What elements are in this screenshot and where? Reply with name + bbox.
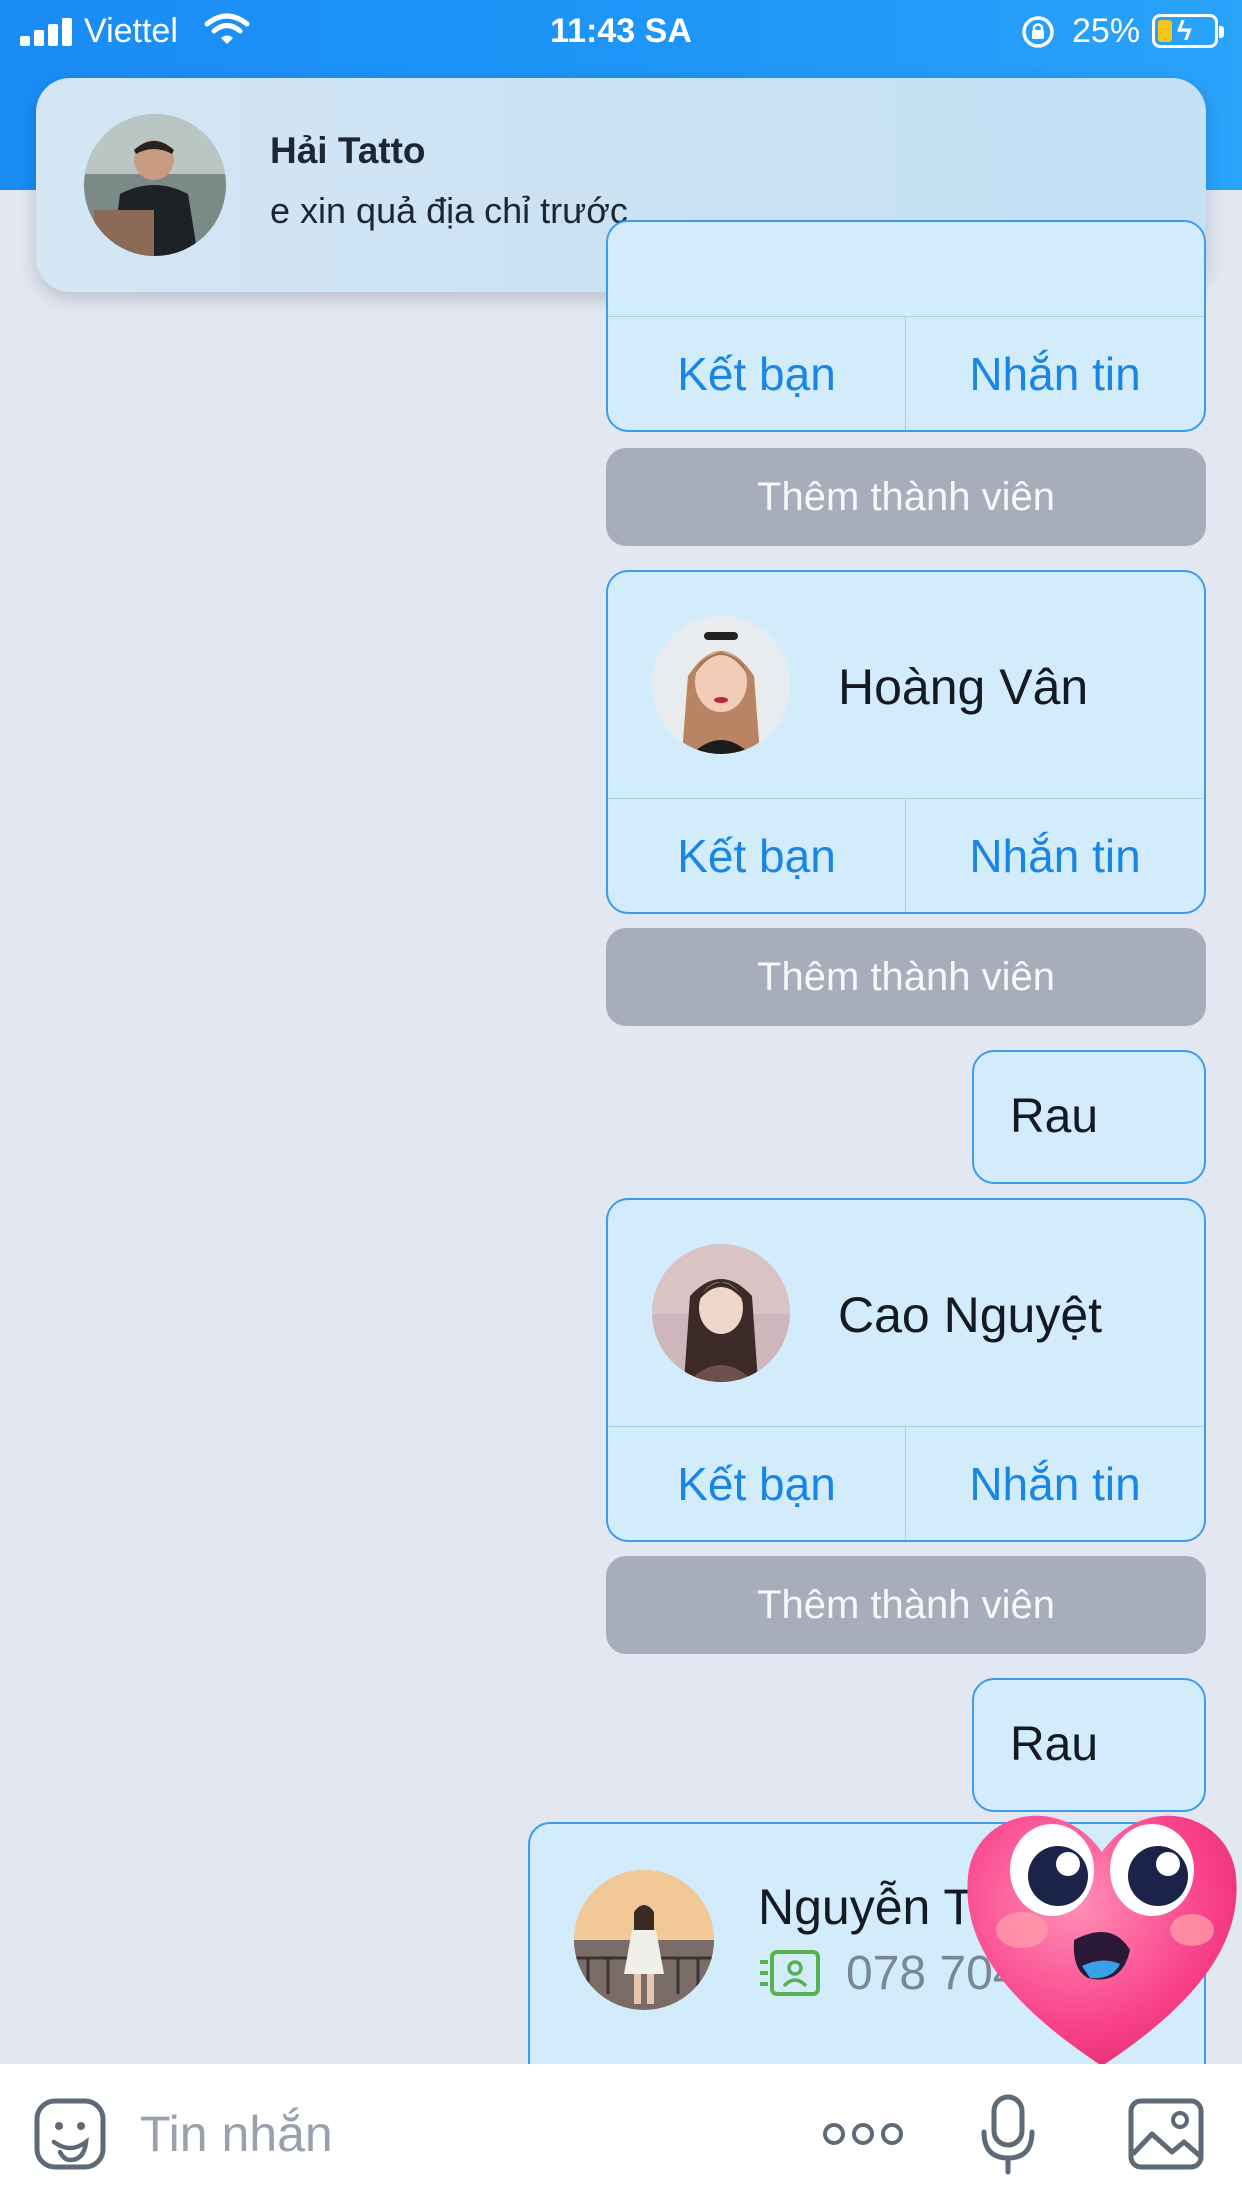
heart-sticker-icon[interactable]: [962, 1780, 1242, 2080]
send-message-button[interactable]: Nhắn tin: [906, 317, 1204, 430]
message-input-bar: [0, 2064, 1242, 2208]
notification-sender: Hải Tatto: [270, 130, 426, 171]
add-member-button[interactable]: Thêm thành viên: [606, 928, 1206, 1026]
contact-avatar: [652, 616, 790, 754]
contact-name: Nguyễn T: [758, 1879, 974, 1935]
microphone-icon[interactable]: [980, 2094, 1036, 2176]
id-card-icon: [760, 1950, 820, 1996]
contact-avatar: [652, 1244, 790, 1382]
card-actions: Kết bạn Nhắn tin: [608, 316, 1204, 430]
text-message-bubble[interactable]: Rau: [972, 1050, 1206, 1184]
contact-name: Cao Nguyệt: [838, 1287, 1103, 1343]
contact-avatar: [574, 1870, 714, 2010]
notification-message: e xin quả địa chỉ trước: [270, 190, 628, 231]
contact-card[interactable]: Hoàng Vân Kết bạn Nhắn tin: [606, 570, 1206, 914]
card-actions: Kết bạn Nhắn tin: [608, 1426, 1204, 1540]
add-friend-button[interactable]: Kết bạn: [608, 799, 906, 912]
contact-name: Hoàng Vân: [838, 659, 1089, 715]
battery-percentage: 25%: [1072, 12, 1141, 50]
rotation-lock-icon: [1022, 16, 1054, 48]
add-friend-button[interactable]: Kết bạn: [608, 317, 906, 430]
card-actions: Kết bạn Nhắn tin: [608, 798, 1204, 912]
send-message-button[interactable]: Nhắn tin: [906, 799, 1204, 912]
add-member-button[interactable]: Thêm thành viên: [606, 1556, 1206, 1654]
notification-avatar: [84, 114, 226, 256]
status-bar: Viettel 11:43 SA 25% ϟ: [0, 0, 1242, 64]
battery-charging-icon: ϟ: [1152, 14, 1224, 48]
add-friend-button[interactable]: Kết bạn: [608, 1427, 906, 1540]
send-message-button[interactable]: Nhắn tin: [906, 1427, 1204, 1540]
contact-card[interactable]: Kết bạn Nhắn tin: [606, 220, 1206, 432]
message-input[interactable]: [140, 2094, 760, 2174]
add-member-button[interactable]: Thêm thành viên: [606, 448, 1206, 546]
image-gallery-icon[interactable]: [1128, 2098, 1204, 2170]
more-options-icon[interactable]: [822, 2114, 904, 2154]
contact-card[interactable]: Cao Nguyệt Kết bạn Nhắn tin: [606, 1198, 1206, 1542]
emoji-sticker-icon[interactable]: [34, 2098, 106, 2170]
